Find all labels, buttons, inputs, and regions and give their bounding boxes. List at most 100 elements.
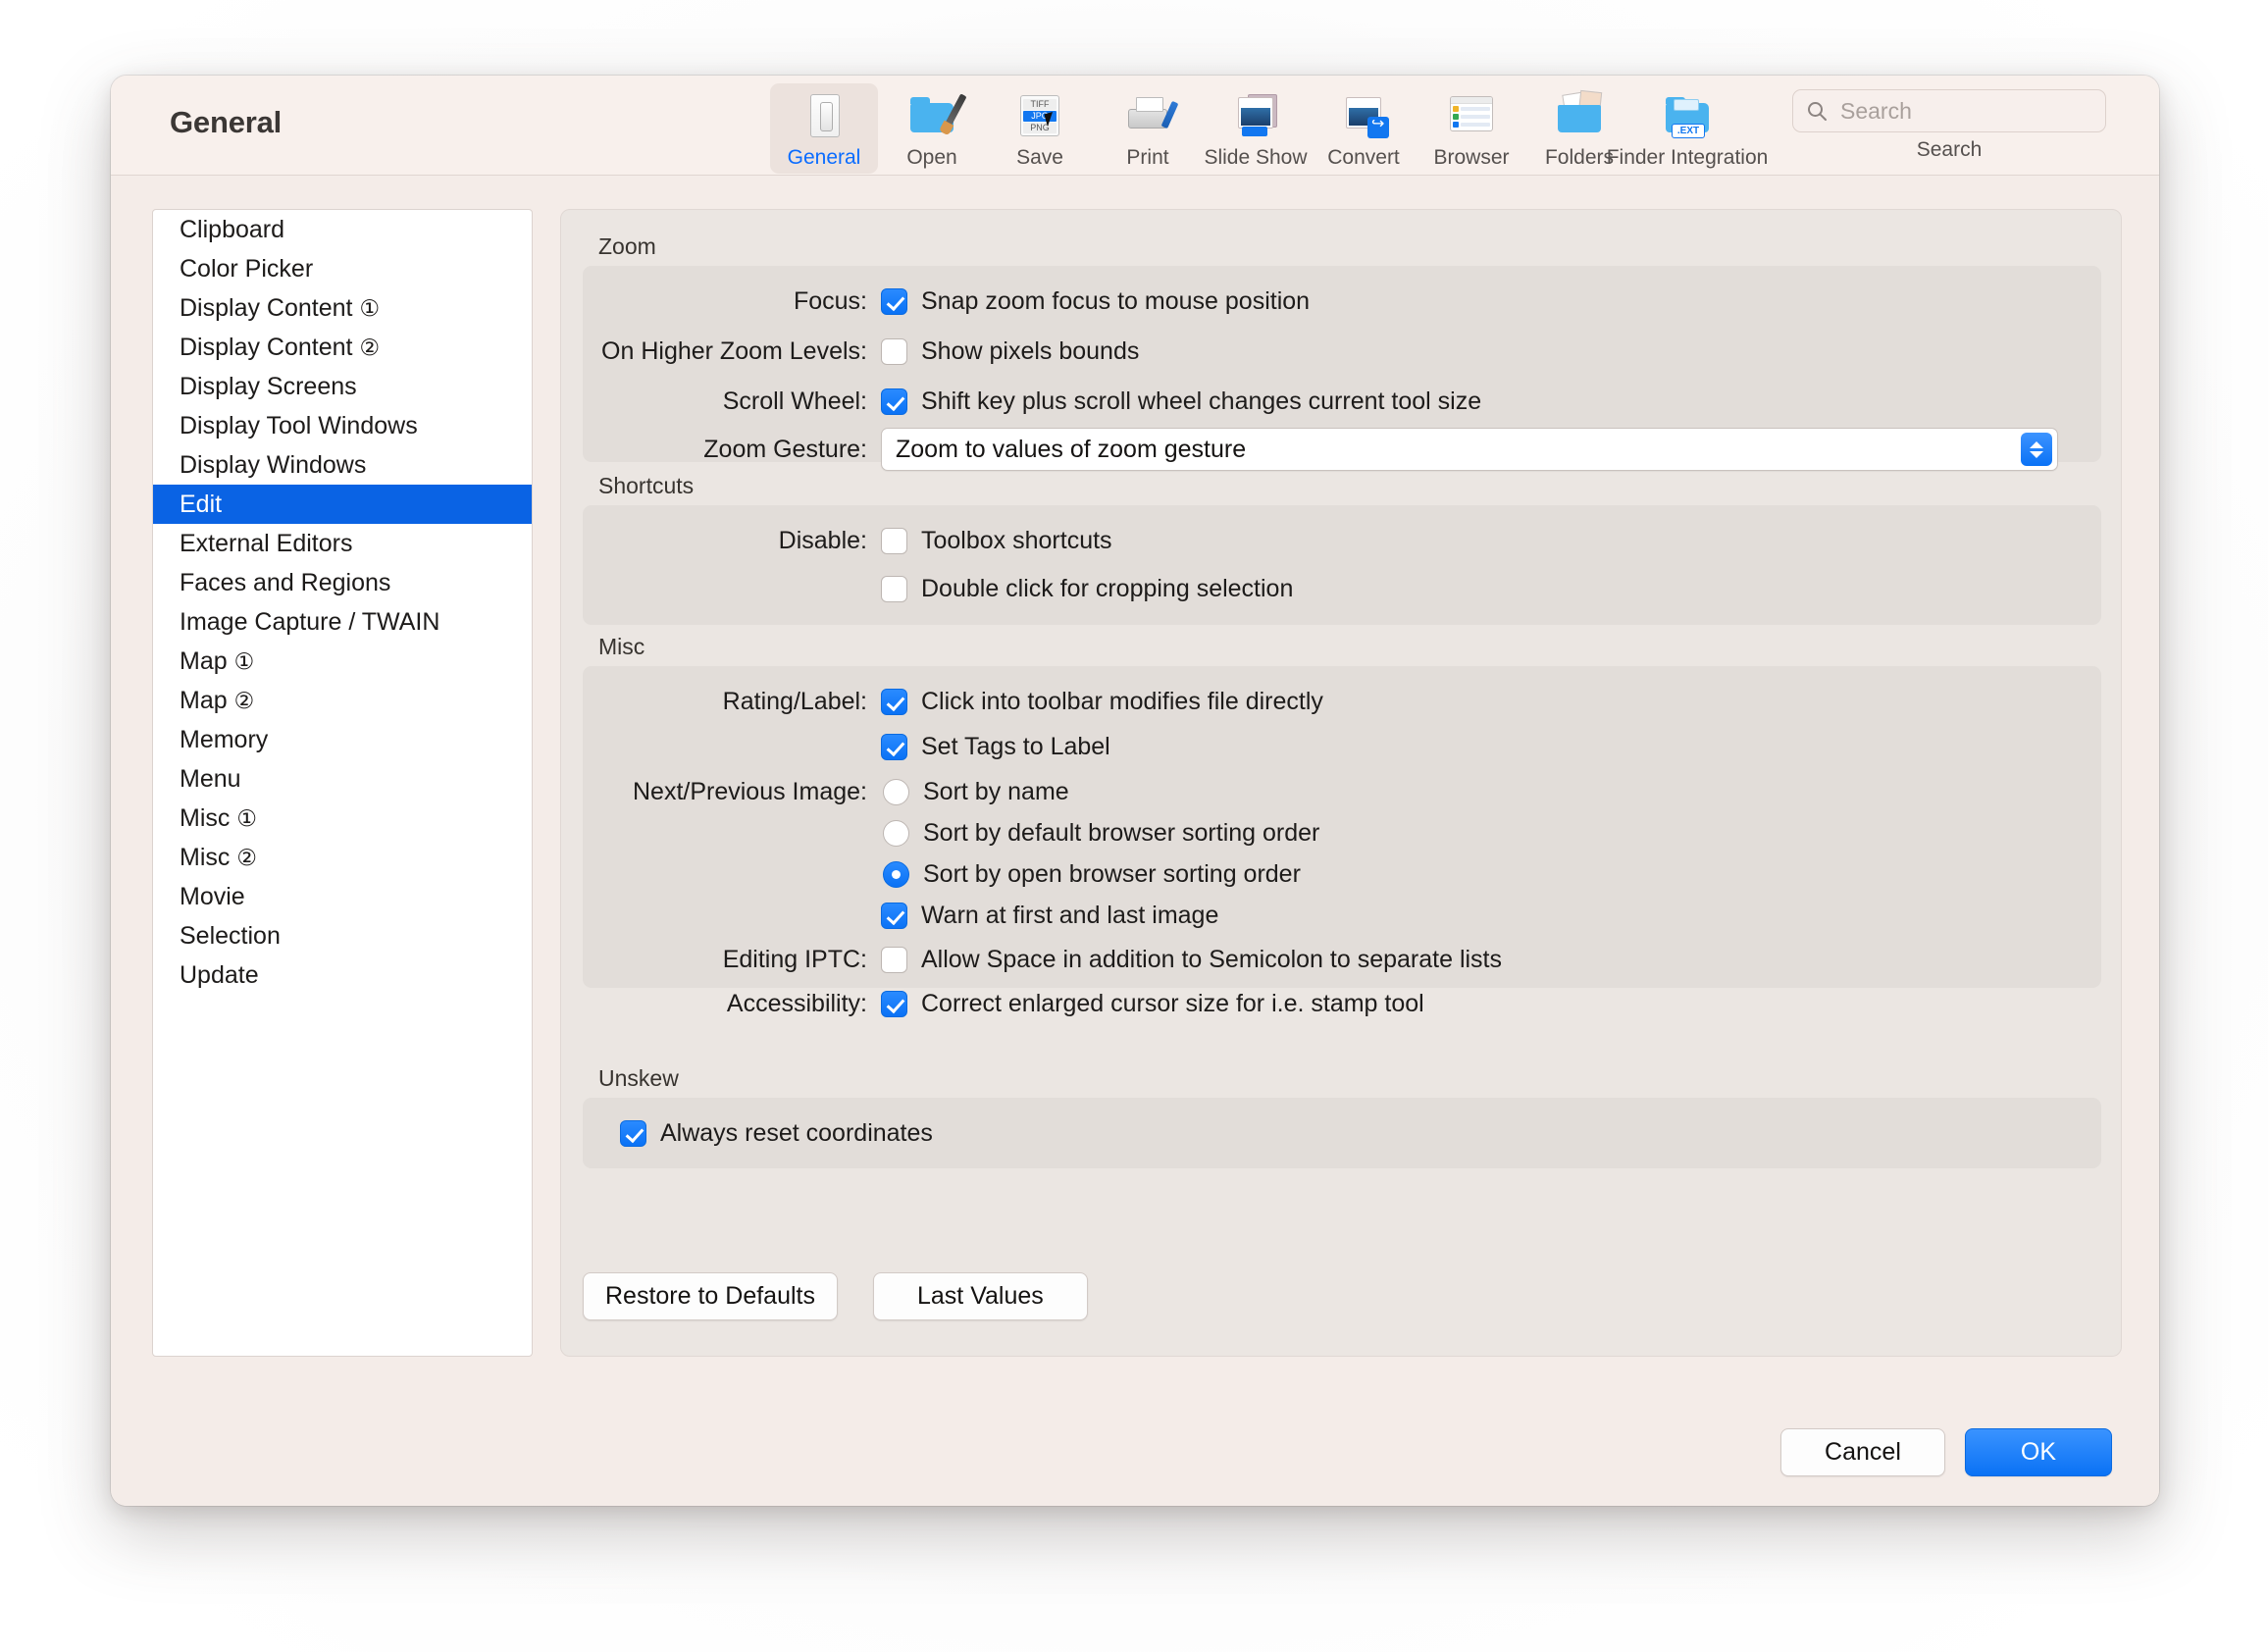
folders-photos-icon [1550,89,1609,142]
label-warn-first-last-image: Warn at first and last image [921,902,1219,929]
label-rating-label: Rating/Label: [722,688,867,715]
sidebar-item-display-windows[interactable]: Display Windows [153,445,532,485]
toolbar-item-save[interactable]: TIFF JPG PNG Save [986,83,1094,174]
ext-badge-label: .EXT [1672,124,1705,138]
sidebar-item-display-screens[interactable]: Display Screens [153,367,532,406]
sidebar-item-clipboard[interactable]: Clipboard [153,210,532,249]
checkbox-set-tags-to-label[interactable] [881,734,907,760]
label-next-previous-image: Next/Previous Image: [633,778,867,805]
convert-icon [1334,91,1393,142]
sidebar-item-map-2[interactable]: Map ② [153,681,532,720]
label-accessibility: Accessibility: [726,990,867,1017]
search-input[interactable] [1838,96,2084,126]
sidebar-item-faces-and-regions[interactable]: Faces and Regions [153,563,532,602]
group-title-misc: Misc [598,634,645,659]
label-always-reset-coordinates: Always reset coordinates [660,1119,933,1147]
select-zoom-gesture-value: Zoom to values of zoom gesture [896,435,1247,463]
toolbar-item-general[interactable]: General [770,83,878,174]
radio-sort-by-open-browser-order[interactable] [883,861,909,888]
switch-icon [795,91,853,142]
sidebar-item-misc-1[interactable]: Misc ① [153,799,532,838]
checkbox-toolbox-shortcuts[interactable] [881,528,907,554]
badge-circled-one: ① [359,294,381,321]
sidebar-item-edit[interactable]: Edit [153,485,532,524]
sidebar-item-update[interactable]: Update [153,955,532,995]
checkbox-double-click-cropping[interactable] [881,576,907,602]
sidebar-item-label: External Editors [180,529,353,557]
select-zoom-gesture[interactable]: Zoom to values of zoom gesture [881,428,2058,471]
sidebar-item-label: Image Capture / TWAIN [180,607,440,636]
sidebar-item-label: Selection [180,921,281,950]
toolbar-item-convert[interactable]: Convert [1310,83,1418,174]
checkbox-click-toolbar-modifies-file[interactable] [881,689,907,715]
toolbar-item-slideshow[interactable]: Slide Show [1202,83,1310,174]
folder-brush-icon [902,91,967,142]
sidebar-item-misc-2[interactable]: Misc ② [153,838,532,877]
sidebar-item-label: Display Content [180,293,353,322]
sidebar-item-display-tool-windows[interactable]: Display Tool Windows [153,406,532,445]
preferences-sidebar[interactable]: Clipboard Color Picker Display Content ①… [152,209,533,1357]
toolbar-items: General Open TIFF JPG PNG Save Print Sli… [770,83,1768,174]
label-editing-iptc: Editing IPTC: [722,946,867,973]
toolbar-item-browser[interactable]: Browser [1418,83,1525,174]
sidebar-item-display-content-1[interactable]: Display Content ① [153,288,532,328]
checkbox-always-reset-coordinates[interactable] [620,1120,646,1147]
sidebar-item-label: Display Content [180,333,353,361]
sidebar-item-label: Misc [180,843,231,871]
search-box[interactable] [1792,89,2106,132]
label-on-higher-zoom-levels: On Higher Zoom Levels: [601,337,867,365]
chevron-updown-icon[interactable] [2021,433,2052,466]
cancel-button[interactable]: Cancel [1780,1428,1945,1476]
group-box-shortcuts: Disable: Toolbox shortcuts Double click … [583,505,2101,625]
label-scroll-wheel: Scroll Wheel: [722,387,867,415]
sidebar-item-map-1[interactable]: Map ① [153,642,532,681]
checkbox-show-pixels-bounds[interactable] [881,338,907,365]
group-shortcuts: Shortcuts Disable: Toolbox shortcuts Dou… [583,473,2101,625]
group-unskew: Unskew Always reset coordinates [583,1065,2101,1168]
sidebar-item-movie[interactable]: Movie [153,877,532,916]
sidebar-item-color-picker[interactable]: Color Picker [153,249,532,288]
badge-circled-one: ① [236,804,258,831]
toolbar-label-browser: Browser [1433,146,1510,169]
badge-circled-two: ② [236,844,258,870]
checkbox-warn-first-last-image[interactable] [881,903,907,929]
checkbox-allow-space-separate-lists[interactable] [881,947,907,973]
search-caption: Search [1916,138,1983,161]
checkbox-shift-scroll-tool-size[interactable] [881,388,907,415]
sidebar-item-menu[interactable]: Menu [153,759,532,799]
label-allow-space-separate-lists: Allow Space in addition to Semicolon to … [921,946,1502,973]
radio-sort-by-name[interactable] [883,779,909,805]
label-correct-enlarged-cursor: Correct enlarged cursor size for i.e. st… [921,990,1424,1017]
sidebar-item-external-editors[interactable]: External Editors [153,524,532,563]
sidebar-item-selection[interactable]: Selection [153,916,532,955]
sidebar-item-label: Memory [180,725,269,753]
badge-circled-two: ② [359,334,381,360]
restore-to-defaults-button[interactable]: Restore to Defaults [583,1272,838,1320]
toolbar-label-general: General [787,146,861,169]
toolbar-label-convert: Convert [1327,146,1400,169]
toolbar-label-print: Print [1126,146,1169,169]
radio-sort-by-default-browser-order[interactable] [883,820,909,847]
group-box-zoom: Focus: Snap zoom focus to mouse position… [583,266,2101,471]
toolbar-label-slideshow: Slide Show [1204,146,1308,169]
toolbar-item-finder-integration[interactable]: .EXT Finder Integration [1607,83,1768,174]
ok-button[interactable]: OK [1964,1428,2112,1476]
label-sort-by-default-browser-order: Sort by default browser sorting order [923,819,1320,847]
sidebar-item-memory[interactable]: Memory [153,720,532,759]
label-set-tags-to-label: Set Tags to Label [921,733,1110,760]
checkbox-correct-enlarged-cursor[interactable] [881,991,907,1017]
toolbar-label-save: Save [1016,146,1063,169]
toolbar-item-print[interactable]: Print [1094,83,1202,174]
last-values-button[interactable]: Last Values [873,1272,1088,1320]
sidebar-item-image-capture-twain[interactable]: Image Capture / TWAIN [153,602,532,642]
toolbar-item-open[interactable]: Open [878,83,986,174]
sidebar-item-label: Display Screens [180,372,357,400]
folder-ext-icon: .EXT [1658,91,1717,142]
sidebar-item-label: Movie [180,882,245,910]
sidebar-item-display-content-2[interactable]: Display Content ② [153,328,532,367]
checkbox-snap-zoom-focus[interactable] [881,288,907,315]
badge-circled-one: ① [233,647,255,674]
dialog-footer: Cancel OK [1780,1428,2112,1476]
format-label-tiff: TIFF [1023,98,1057,110]
preferences-window: General General Open TIFF JPG PNG Save P… [111,76,2159,1506]
